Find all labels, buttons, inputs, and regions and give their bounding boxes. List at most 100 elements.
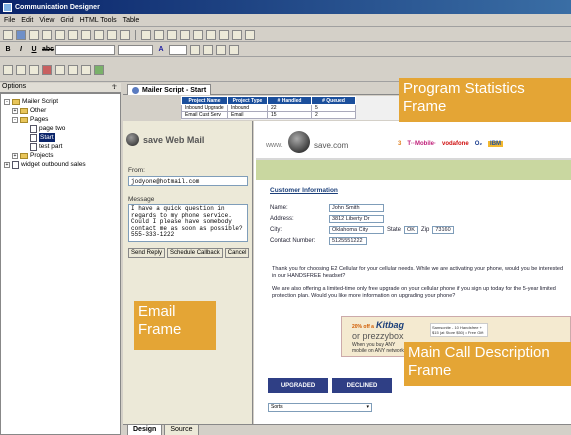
size-select[interactable] (118, 44, 153, 55)
spellcheck-icon[interactable] (120, 29, 130, 40)
callout-main: Main Call Description Frame (404, 342, 571, 386)
collapse-icon[interactable]: - (4, 98, 10, 105)
tree-item[interactable]: page two (4, 124, 120, 133)
select-tool-icon[interactable] (81, 64, 91, 75)
city-label: City: (270, 226, 282, 233)
new-icon[interactable] (3, 29, 13, 40)
collapse-icon[interactable]: - (12, 116, 18, 123)
table-cell: Inbound (227, 104, 268, 112)
message-textarea[interactable]: I have a quick question in regards to my… (128, 204, 248, 242)
expand-icon[interactable]: + (4, 161, 10, 168)
redo-icon[interactable] (94, 29, 104, 40)
expand-icon[interactable]: + (12, 107, 18, 114)
checkbox-tool-icon[interactable] (55, 64, 65, 75)
picture-tool-icon[interactable] (94, 64, 104, 75)
customer-info-title: Customer Information (270, 187, 338, 194)
tree-item[interactable]: - Pages (4, 115, 120, 124)
from-field[interactable]: jodyone@hotmail.com (128, 176, 248, 186)
expand-icon[interactable]: + (12, 152, 18, 159)
image-tool-icon[interactable] (42, 64, 52, 75)
state-label: State (387, 226, 402, 233)
tree-item[interactable]: - Mailer Script (4, 97, 120, 106)
strikethrough-icon[interactable]: abc (42, 46, 54, 53)
italic-icon[interactable]: I (16, 46, 26, 53)
textbox-icon[interactable] (3, 64, 13, 75)
save-icon[interactable] (16, 29, 26, 40)
upgraded-button[interactable]: UPGRADED (268, 378, 328, 393)
font-select[interactable] (55, 44, 115, 55)
table-cell: 15 (267, 111, 312, 119)
find-icon[interactable] (107, 29, 117, 40)
radio-tool-icon[interactable] (68, 64, 78, 75)
align-center-icon[interactable] (203, 44, 213, 55)
state-field[interactable]: OK (404, 225, 419, 234)
grid-3-icon[interactable] (232, 29, 242, 40)
menu-file[interactable]: File (4, 17, 15, 24)
underline-icon[interactable]: U (29, 46, 39, 53)
align-left-icon[interactable] (190, 44, 200, 55)
bold-icon[interactable]: B (3, 46, 13, 53)
declined-button[interactable]: DECLINED (332, 378, 392, 393)
email-brand-name: save Web Mail (143, 134, 205, 145)
schedule-callback-button[interactable]: Schedule Callback (167, 248, 223, 258)
button-tool-icon[interactable] (29, 64, 39, 75)
table-row: Email Cust Serv Email 15 2 (181, 111, 356, 119)
format-toolbar: B I U abc A (0, 43, 571, 57)
menu-html-tools[interactable]: HTML Tools (80, 17, 117, 24)
grid-2-icon[interactable] (219, 29, 229, 40)
contact-field[interactable]: 5125551222 (329, 236, 367, 245)
view-tabs: Design Source (123, 424, 571, 435)
copy-icon[interactable] (42, 29, 52, 40)
split-cells-icon[interactable] (193, 29, 203, 40)
tree-item-label: widget outbound sales (21, 161, 86, 168)
tab-source[interactable]: Source (164, 425, 199, 435)
promo-headline: 20% off a Kitbag (352, 320, 404, 330)
style-select[interactable] (169, 44, 187, 55)
menu-edit[interactable]: Edit (21, 17, 33, 24)
grid-4-icon[interactable] (245, 29, 255, 40)
standard-toolbar (0, 28, 571, 42)
handsfree-paragraph: Thank you for choosing E2 Cellular for y… (272, 266, 564, 279)
disposition-select[interactable]: Sorts ▾ (268, 403, 372, 412)
tree-item[interactable]: + widget outbound sales (4, 160, 120, 169)
cancel-button[interactable]: Cancel (224, 248, 250, 258)
tab-design[interactable]: Design (127, 425, 163, 435)
row-insert-icon[interactable] (167, 29, 177, 40)
undo-icon[interactable] (81, 29, 91, 40)
contact-row: Contact Number: 5125551222 (270, 235, 560, 246)
link-icon[interactable] (68, 29, 78, 40)
tree-item-label: Mailer Script (22, 98, 59, 105)
justify-icon[interactable] (229, 44, 239, 55)
table-insert-icon[interactable] (141, 29, 151, 40)
cut-icon[interactable] (29, 29, 39, 40)
align-right-icon[interactable] (216, 44, 226, 55)
menu-bar: File Edit View Grid HTML Tools Table (0, 14, 571, 27)
site-brand: save.com (314, 141, 349, 150)
email-brand: save Web Mail (126, 127, 250, 152)
menu-grid[interactable]: Grid (60, 17, 73, 24)
tree-item[interactable]: test part (4, 142, 120, 151)
tree-item[interactable]: Start (4, 133, 120, 142)
tree-item[interactable]: + Other (4, 106, 120, 115)
send-reply-button[interactable]: Send Reply (128, 248, 166, 258)
tree-item[interactable]: + Projects (4, 151, 120, 160)
name-field[interactable]: John Smith (329, 203, 384, 212)
options-panel-header: Options ☥ (0, 83, 121, 93)
table-cell: Email (227, 111, 268, 119)
paste-icon[interactable] (55, 29, 65, 40)
address-field[interactable]: 3812 Liberty Dr (329, 214, 384, 223)
column-insert-icon[interactable] (154, 29, 164, 40)
merge-cells-icon[interactable] (180, 29, 190, 40)
pin-icon[interactable]: ☥ (112, 83, 117, 92)
menu-table[interactable]: Table (123, 17, 140, 24)
grid-icon[interactable] (206, 29, 216, 40)
city-field[interactable]: Oklahoma City (329, 225, 384, 234)
zip-field[interactable]: 73160 (432, 225, 455, 234)
app-window: Communication Designer File Edit View Gr… (0, 0, 571, 435)
tree-item-label: Pages (30, 116, 49, 123)
text-color-icon[interactable]: A (156, 46, 166, 53)
document-tab[interactable]: Mailer Script - Start (127, 84, 212, 95)
menu-view[interactable]: View (39, 17, 54, 24)
promo-side-offer: Samsonite - 10 Handsfree + $15 (at Store… (430, 323, 488, 337)
textarea-icon[interactable] (16, 64, 26, 75)
